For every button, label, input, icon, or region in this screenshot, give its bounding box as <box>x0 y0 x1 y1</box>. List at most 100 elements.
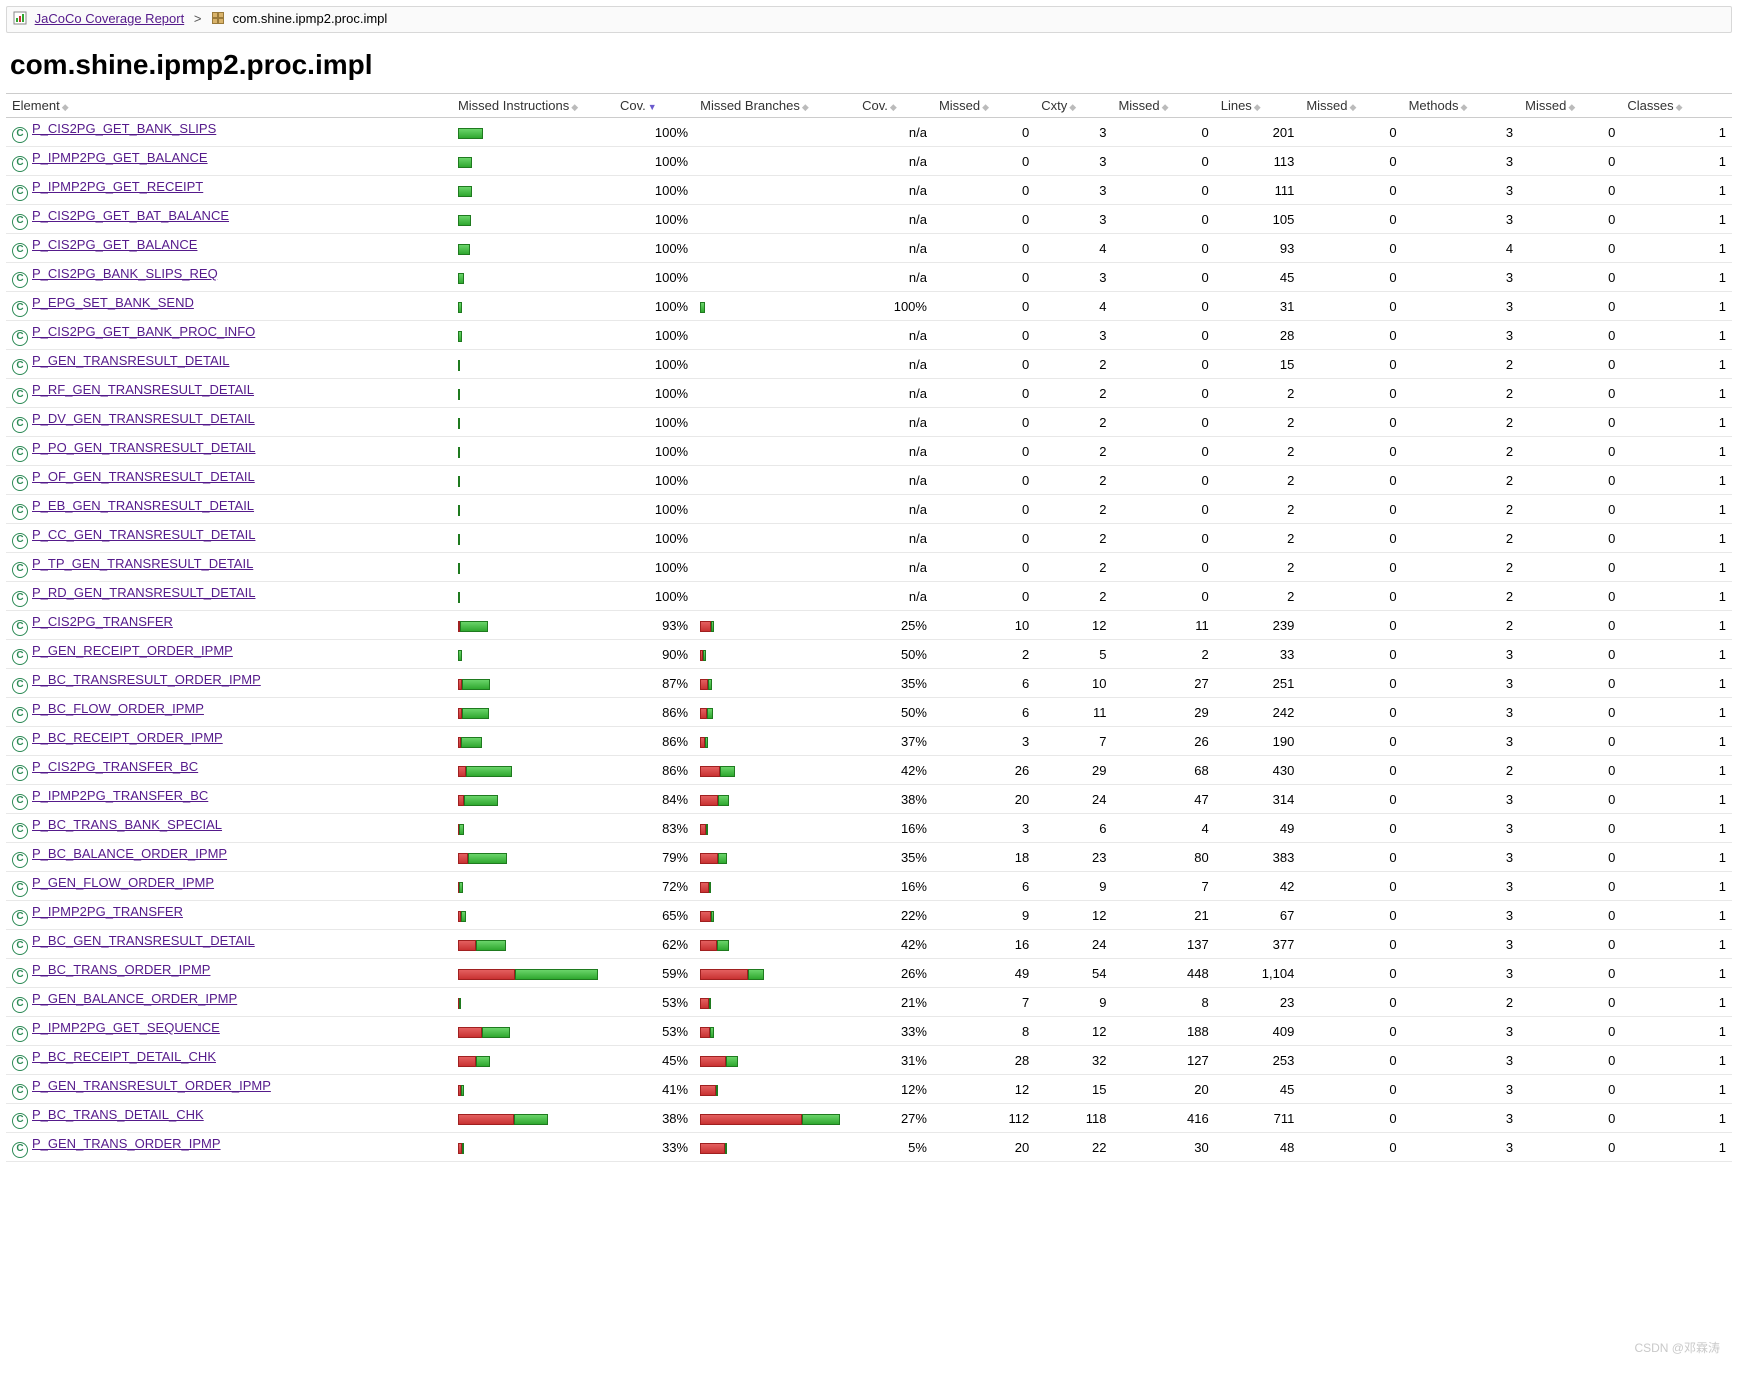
element-link[interactable]: P_IPMP2PG_GET_SEQUENCE <box>32 1020 220 1035</box>
cxty: 2 <box>1035 350 1112 379</box>
lines: 430 <box>1215 756 1301 785</box>
instr-bar <box>452 669 614 698</box>
col-methods[interactable]: Methods◆ <box>1403 94 1520 118</box>
lines: 31 <box>1215 292 1301 321</box>
col-cov-branches[interactable]: Cov.◆ <box>856 94 933 118</box>
coverage-table: Element◆ Missed Instructions◆ Cov.▼ Miss… <box>6 93 1732 1162</box>
missed-classes: 0 <box>1519 524 1621 553</box>
element-link[interactable]: P_RF_GEN_TRANSRESULT_DETAIL <box>32 382 254 397</box>
element-link[interactable]: P_CIS2PG_TRANSFER_BC <box>32 759 198 774</box>
element-link[interactable]: P_CIS2PG_TRANSFER <box>32 614 173 629</box>
element-link[interactable]: P_GEN_RECEIPT_ORDER_IPMP <box>32 643 233 658</box>
branch-bar <box>694 205 856 234</box>
element-link[interactable]: P_CIS2PG_GET_BANK_SLIPS <box>32 121 216 136</box>
lines: 48 <box>1215 1133 1301 1162</box>
element-link[interactable]: P_GEN_FLOW_ORDER_IPMP <box>32 875 214 890</box>
classes: 1 <box>1621 727 1732 756</box>
breadcrumb-report-link[interactable]: JaCoCo Coverage Report <box>35 11 185 26</box>
col-element[interactable]: Element◆ <box>6 94 452 118</box>
missed-cxty: 20 <box>933 785 1035 814</box>
instr-bar <box>452 408 614 437</box>
col-missed-lines[interactable]: Missed◆ <box>1112 94 1214 118</box>
missed-lines: 29 <box>1112 698 1214 727</box>
element-link[interactable]: P_EPG_SET_BANK_SEND <box>32 295 194 310</box>
element-link[interactable]: P_GEN_TRANSRESULT_DETAIL <box>32 353 229 368</box>
cxty: 12 <box>1035 611 1112 640</box>
element-link[interactable]: P_GEN_BALANCE_ORDER_IPMP <box>32 991 237 1006</box>
missed-cxty: 7 <box>933 988 1035 1017</box>
missed-cxty: 0 <box>933 408 1035 437</box>
missed-methods: 0 <box>1300 901 1402 930</box>
element-link[interactable]: P_IPMP2PG_TRANSFER_BC <box>32 788 208 803</box>
element-link[interactable]: P_BC_BALANCE_ORDER_IPMP <box>32 846 227 861</box>
col-missed-instructions[interactable]: Missed Instructions◆ <box>452 94 614 118</box>
missed-cxty: 0 <box>933 466 1035 495</box>
col-classes[interactable]: Classes◆ <box>1621 94 1732 118</box>
col-cxty[interactable]: Cxty◆ <box>1035 94 1112 118</box>
col-cov-instr[interactable]: Cov.▼ <box>614 94 694 118</box>
branch-cov: n/a <box>856 321 933 350</box>
element-link[interactable]: P_IPMP2PG_TRANSFER <box>32 904 183 919</box>
missed-methods: 0 <box>1300 785 1402 814</box>
class-icon: C <box>12 185 28 201</box>
element-link[interactable]: P_EB_GEN_TRANSRESULT_DETAIL <box>32 498 254 513</box>
col-missed-classes[interactable]: Missed◆ <box>1519 94 1621 118</box>
classes: 1 <box>1621 408 1732 437</box>
branch-bar <box>694 495 856 524</box>
element-link[interactable]: P_GEN_TRANSRESULT_ORDER_IPMP <box>32 1078 271 1093</box>
element-link[interactable]: P_DV_GEN_TRANSRESULT_DETAIL <box>32 411 255 426</box>
missed-methods: 0 <box>1300 234 1402 263</box>
branch-cov: 16% <box>856 872 933 901</box>
missed-methods: 0 <box>1300 872 1402 901</box>
element-link[interactable]: P_BC_TRANS_BANK_SPECIAL <box>32 817 222 832</box>
missed-methods: 0 <box>1300 959 1402 988</box>
missed-lines: 26 <box>1112 727 1214 756</box>
missed-lines: 47 <box>1112 785 1214 814</box>
col-missed-methods[interactable]: Missed◆ <box>1300 94 1402 118</box>
element-link[interactable]: P_BC_GEN_TRANSRESULT_DETAIL <box>32 933 255 948</box>
col-lines[interactable]: Lines◆ <box>1215 94 1301 118</box>
element-link[interactable]: P_BC_RECEIPT_ORDER_IPMP <box>32 730 223 745</box>
element-link[interactable]: P_CC_GEN_TRANSRESULT_DETAIL <box>32 527 255 542</box>
classes: 1 <box>1621 640 1732 669</box>
methods: 2 <box>1403 466 1520 495</box>
class-icon: C <box>12 678 28 694</box>
missed-lines: 0 <box>1112 379 1214 408</box>
instr-bar <box>452 930 614 959</box>
element-link[interactable]: P_GEN_TRANS_ORDER_IPMP <box>32 1136 221 1151</box>
classes: 1 <box>1621 872 1732 901</box>
col-missed-branches[interactable]: Missed Branches◆ <box>694 94 856 118</box>
instr-cov: 59% <box>614 959 694 988</box>
classes: 1 <box>1621 1046 1732 1075</box>
branch-cov: 27% <box>856 1104 933 1133</box>
element-link[interactable]: P_CIS2PG_GET_BANK_PROC_INFO <box>32 324 255 339</box>
lines: 15 <box>1215 350 1301 379</box>
lines: 314 <box>1215 785 1301 814</box>
element-link[interactable]: P_BC_RECEIPT_DETAIL_CHK <box>32 1049 216 1064</box>
element-link[interactable]: P_BC_TRANS_DETAIL_CHK <box>32 1107 204 1122</box>
col-missed-cxty[interactable]: Missed◆ <box>933 94 1035 118</box>
class-icon: C <box>12 504 28 520</box>
branch-bar <box>694 147 856 176</box>
element-link[interactable]: P_IPMP2PG_GET_RECEIPT <box>32 179 203 194</box>
element-link[interactable]: P_TP_GEN_TRANSRESULT_DETAIL <box>32 556 253 571</box>
cxty: 3 <box>1035 176 1112 205</box>
cxty: 5 <box>1035 640 1112 669</box>
element-link[interactable]: P_OF_GEN_TRANSRESULT_DETAIL <box>32 469 255 484</box>
element-link[interactable]: P_CIS2PG_GET_BALANCE <box>32 237 197 252</box>
element-link[interactable]: P_BC_TRANS_ORDER_IPMP <box>32 962 210 977</box>
element-link[interactable]: P_CIS2PG_BANK_SLIPS_REQ <box>32 266 218 281</box>
element-link[interactable]: P_RD_GEN_TRANSRESULT_DETAIL <box>32 585 255 600</box>
element-link[interactable]: P_BC_TRANSRESULT_ORDER_IPMP <box>32 672 261 687</box>
element-link[interactable]: P_CIS2PG_GET_BAT_BALANCE <box>32 208 229 223</box>
table-row: CP_CIS2PG_GET_BANK_PROC_INFO100%n/a03028… <box>6 321 1732 350</box>
element-link[interactable]: P_BC_FLOW_ORDER_IPMP <box>32 701 204 716</box>
class-icon: C <box>12 620 28 636</box>
element-link[interactable]: P_PO_GEN_TRANSRESULT_DETAIL <box>32 440 255 455</box>
instr-cov: 72% <box>614 872 694 901</box>
instr-bar <box>452 959 614 988</box>
element-link[interactable]: P_IPMP2PG_GET_BALANCE <box>32 150 208 165</box>
table-row: CP_BC_TRANS_BANK_SPECIAL83%16%364490301 <box>6 814 1732 843</box>
missed-lines: 0 <box>1112 466 1214 495</box>
lines: 253 <box>1215 1046 1301 1075</box>
